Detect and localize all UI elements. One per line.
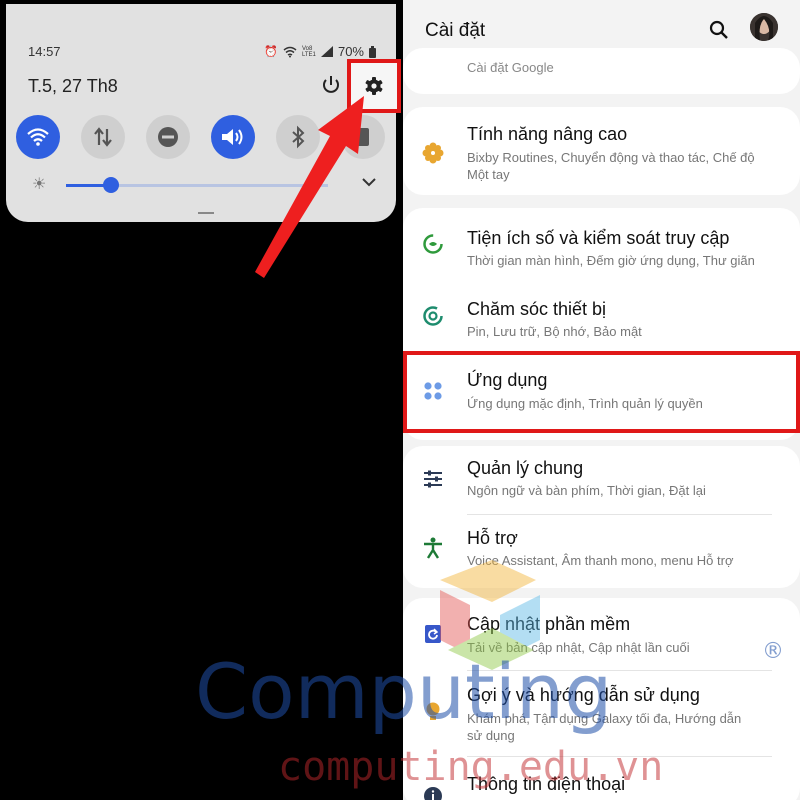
item-title: Ứng dụng <box>467 370 548 390</box>
item-subtitle: Khám phá, Tận dụng Galaxy tối đa, Hướng … <box>467 711 742 743</box>
digital-wellbeing-icon <box>421 232 445 256</box>
advanced-features-icon <box>421 141 445 165</box>
item-subtitle: Voice Assistant, Âm thanh mono, menu Hỗ … <box>467 553 734 568</box>
list-item-accessibility[interactable]: Hỗ trợ Voice Assistant, Âm thanh mono, m… <box>403 516 800 588</box>
list-item-device-care[interactable]: Chăm sóc thiết bị Pin, Lưu trữ, Bộ nhớ, … <box>403 280 800 350</box>
list-item-software-update[interactable]: Cập nhật phần mềm Tải về bản cập nhật, C… <box>403 598 800 670</box>
item-subtitle: Thời gian màn hình, Đếm giờ ứng dụng, Th… <box>467 253 755 268</box>
list-item-apps[interactable]: Ứng dụng Ứng dụng mặc định, Trình quản l… <box>403 355 800 429</box>
card-partial <box>403 48 800 94</box>
lightbulb-icon <box>421 700 445 724</box>
list-item-digital-wellbeing[interactable]: Tiện ích số và kiểm soát truy cập Thời g… <box>403 208 800 278</box>
search-icon[interactable] <box>709 20 729 40</box>
item-title: Cập nhật phần mềm <box>467 614 631 634</box>
item-subtitle: Ứng dụng mặc định, Trình quản lý quyền <box>467 396 703 411</box>
item-subtitle: Ngôn ngữ và bàn phím, Thời gian, Đặt lại <box>467 483 706 498</box>
item-title: Quản lý chung <box>467 458 584 478</box>
left-panel: 14:57 ⏰ Vo8 LTE1 70% T.5, 27 Th8 ☀ <box>0 0 401 800</box>
list-item-tips[interactable]: Gợi ý và hướng dẫn sử dụng Khám phá, Tận… <box>403 672 800 756</box>
device-care-icon <box>421 304 445 328</box>
avatar-photo <box>750 13 778 41</box>
item-title: Tiện ích số và kiểm soát truy cập <box>467 228 730 248</box>
red-arrow-annotation <box>255 96 364 278</box>
list-item-about-phone[interactable]: Thông tin điện thoại <box>403 760 800 800</box>
item-title: Tính năng nâng cao <box>467 124 628 144</box>
item-subtitle: Bixby Routines, Chuyển động và thao tác,… <box>467 150 755 182</box>
item-title: Gợi ý và hướng dẫn sử dụng <box>467 685 700 705</box>
item-subtitle: Tải về bản cập nhật, Cập nhật lần cuối <box>467 640 690 655</box>
item-subtitle: Pin, Lưu trữ, Bộ nhớ, Bảo mật <box>467 324 642 339</box>
item-title: Hỗ trợ <box>467 528 518 548</box>
apps-icon <box>421 379 445 403</box>
item-title: Chăm sóc thiết bị <box>467 299 607 319</box>
divider <box>467 670 772 671</box>
sliders-icon <box>421 467 445 491</box>
item-title: Thông tin điện thoại <box>467 774 626 794</box>
divider <box>467 756 772 757</box>
settings-screen: Cài đặt Cài đặt Google Tính năng nâng ca… <box>403 0 800 800</box>
list-item-advanced-features[interactable]: Tính năng nâng cao Bixby Routines, Chuyể… <box>403 107 800 195</box>
accessibility-icon <box>421 536 445 560</box>
avatar[interactable] <box>750 13 778 41</box>
page-title: Cài đặt <box>425 20 486 41</box>
divider <box>467 514 772 515</box>
list-item-general-management[interactable]: Quản lý chung Ngôn ngữ và bàn phím, Thời… <box>403 446 800 516</box>
partial-item-label[interactable]: Cài đặt Google <box>467 60 554 75</box>
info-icon <box>421 784 445 800</box>
software-update-icon <box>421 622 445 646</box>
